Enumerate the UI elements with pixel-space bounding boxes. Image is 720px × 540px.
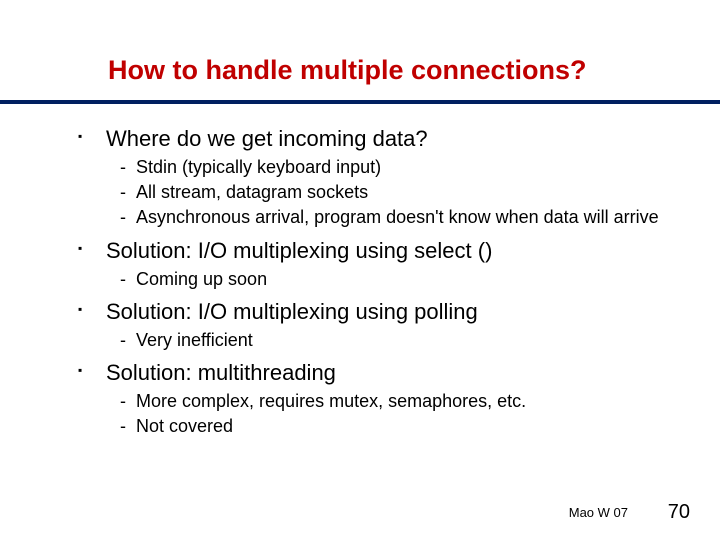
sublist: Coming up soon <box>78 268 670 291</box>
bullet-l1: Solution: multithreading <box>78 358 670 388</box>
slide-body: Where do we get incoming data? Stdin (ty… <box>78 120 670 444</box>
footer-author: Mao W 07 <box>569 505 628 520</box>
bullet-l1: Solution: I/O multiplexing using polling <box>78 297 670 327</box>
slide-title: How to handle multiple connections? <box>108 56 680 86</box>
bullet-l1: Where do we get incoming data? <box>78 124 670 154</box>
title-underline <box>0 100 720 104</box>
sublist: More complex, requires mutex, semaphores… <box>78 390 670 439</box>
bullet-l2: Asynchronous arrival, program doesn't kn… <box>78 206 670 229</box>
bullet-l2: Not covered <box>78 415 670 438</box>
bullet-l2: Very inefficient <box>78 329 670 352</box>
bullet-l1: Solution: I/O multiplexing using select … <box>78 236 670 266</box>
bullet-l2: All stream, datagram sockets <box>78 181 670 204</box>
sublist: Stdin (typically keyboard input) All str… <box>78 156 670 230</box>
slide: How to handle multiple connections? Wher… <box>0 0 720 540</box>
bullet-l2: Coming up soon <box>78 268 670 291</box>
footer-page-number: 70 <box>668 501 690 524</box>
bullet-l2: Stdin (typically keyboard input) <box>78 156 670 179</box>
sublist: Very inefficient <box>78 329 670 352</box>
bullet-l2: More complex, requires mutex, semaphores… <box>78 390 670 413</box>
